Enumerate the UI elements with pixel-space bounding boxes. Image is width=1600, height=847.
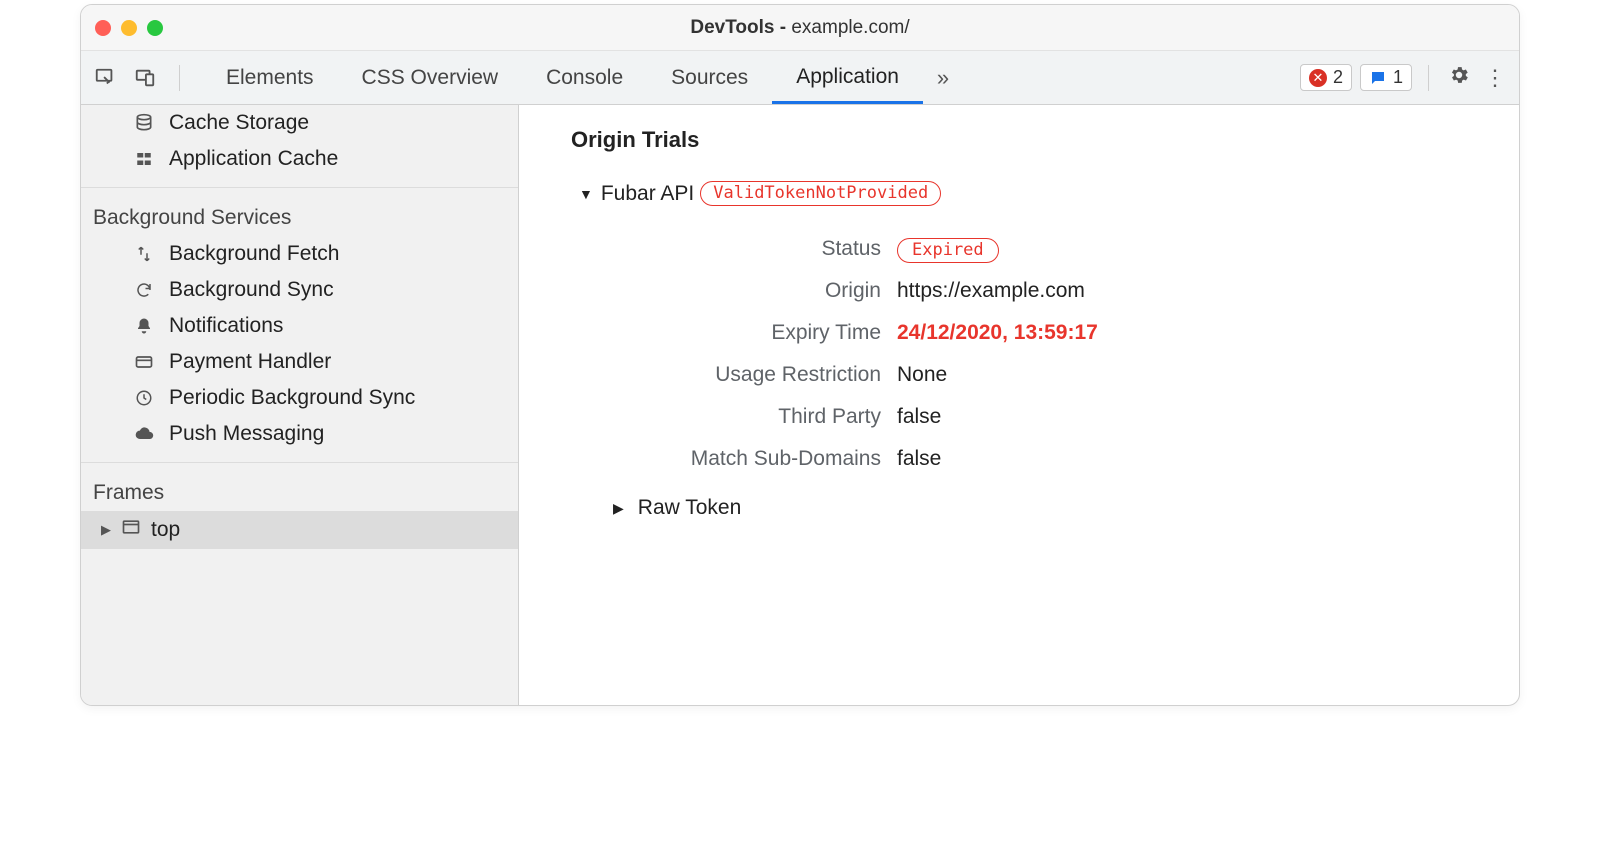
sidebar-item-label: top [151, 518, 180, 542]
bell-icon [131, 317, 157, 335]
disclosure-triangle-icon[interactable]: ▼ [579, 186, 593, 202]
chevron-double-right-icon: » [937, 65, 949, 91]
sidebar-item-cache-storage[interactable]: Cache Storage [81, 105, 518, 141]
origin-trials-panel: Origin Trials ▼ Fubar API ValidTokenNotP… [519, 105, 1519, 705]
application-sidebar: Cache Storage Application Cache Backgrou… [81, 105, 519, 705]
tab-elements[interactable]: Elements [202, 51, 338, 104]
disclosure-triangle-icon[interactable]: ▶ [613, 500, 624, 517]
tab-css-overview[interactable]: CSS Overview [338, 51, 523, 104]
grid-icon [131, 150, 157, 168]
refresh-icon [131, 281, 157, 299]
raw-token-row[interactable]: ▶ Raw Token [613, 496, 1519, 520]
issues-badge[interactable]: 1 [1360, 64, 1412, 91]
gear-icon [1448, 64, 1470, 92]
sidebar-item-notifications[interactable]: Notifications [81, 308, 518, 344]
close-icon[interactable] [95, 20, 111, 36]
devtools-toolbar: Elements CSS Overview Console Sources Ap… [81, 51, 1519, 105]
toolbar-separator [1428, 65, 1429, 91]
toolbar-left [91, 51, 188, 104]
sidebar-item-frame-top[interactable]: ▶ top [81, 511, 518, 549]
tab-application[interactable]: Application [772, 51, 923, 104]
devtools-tabs: Elements CSS Overview Console Sources Ap… [202, 51, 1300, 104]
table-row: Match Sub-Domains false [627, 438, 1114, 480]
window-title-prefix: DevTools - [690, 17, 791, 38]
table-row: Third Party false [627, 396, 1114, 438]
toolbar-right: ✕ 2 1 ⋮ [1300, 51, 1509, 104]
sidebar-divider [81, 462, 518, 463]
clock-icon [131, 389, 157, 407]
trial-name: Fubar API [601, 182, 694, 206]
trial-status-pill: ValidTokenNotProvided [700, 181, 941, 206]
thirdparty-label: Third Party [627, 396, 897, 438]
frame-icon [121, 517, 141, 543]
sidebar-section-frames: Frames [81, 473, 518, 511]
window-title-url: example.com/ [791, 17, 909, 38]
table-row: Status Expired [627, 228, 1114, 270]
sidebar-item-label: Application Cache [169, 147, 338, 171]
devtools-window: DevTools - example.com/ Elements CSS Ove… [80, 4, 1520, 706]
sidebar-item-periodic-sync[interactable]: Periodic Background Sync [81, 380, 518, 416]
table-row: Origin https://example.com [627, 270, 1114, 312]
sidebar-item-label: Background Sync [169, 278, 334, 302]
inspect-icon[interactable] [91, 64, 119, 92]
sidebar-item-payment-handler[interactable]: Payment Handler [81, 344, 518, 380]
sidebar-item-label: Payment Handler [169, 350, 331, 374]
usage-label: Usage Restriction [627, 354, 897, 396]
raw-token-label: Raw Token [638, 496, 742, 520]
status-value: Expired [897, 228, 1114, 270]
tab-sources[interactable]: Sources [647, 51, 772, 104]
message-icon [1369, 69, 1387, 87]
window-titlebar: DevTools - example.com/ [81, 5, 1519, 51]
trial-header-row[interactable]: ▼ Fubar API ValidTokenNotProvided [579, 181, 1519, 206]
tab-console[interactable]: Console [522, 51, 647, 104]
card-icon [131, 352, 157, 372]
issue-count: 1 [1393, 67, 1403, 88]
origin-label: Origin [627, 270, 897, 312]
table-row: Usage Restriction None [627, 354, 1114, 396]
devtools-body: Cache Storage Application Cache Backgrou… [81, 105, 1519, 705]
window-title: DevTools - example.com/ [81, 17, 1519, 39]
trial-details-table: Status Expired Origin https://example.co… [627, 228, 1114, 480]
thirdparty-value: false [897, 396, 1114, 438]
status-label: Status [627, 228, 897, 270]
kebab-icon: ⋮ [1484, 65, 1506, 91]
origin-value: https://example.com [897, 270, 1114, 312]
expiry-label: Expiry Time [627, 312, 897, 354]
sidebar-item-background-sync[interactable]: Background Sync [81, 272, 518, 308]
fetch-icon [131, 245, 157, 263]
database-icon [131, 113, 157, 133]
matchsub-value: false [897, 438, 1114, 480]
sidebar-item-label: Background Fetch [169, 242, 339, 266]
sidebar-item-label: Notifications [169, 314, 283, 338]
traffic-lights [95, 20, 163, 36]
sidebar-divider [81, 187, 518, 188]
disclosure-triangle-icon[interactable]: ▶ [101, 522, 111, 538]
cloud-icon [131, 424, 157, 444]
minimize-icon[interactable] [121, 20, 137, 36]
sidebar-item-push-messaging[interactable]: Push Messaging [81, 416, 518, 452]
error-icon: ✕ [1309, 69, 1327, 87]
zoom-icon[interactable] [147, 20, 163, 36]
table-row: Expiry Time 24/12/2020, 13:59:17 [627, 312, 1114, 354]
expiry-value: 24/12/2020, 13:59:17 [897, 312, 1114, 354]
sidebar-item-label: Cache Storage [169, 111, 309, 135]
status-pill: Expired [897, 238, 999, 263]
toolbar-separator [179, 65, 180, 91]
tabs-overflow[interactable]: » [923, 51, 963, 104]
usage-value: None [897, 354, 1114, 396]
error-count: 2 [1333, 67, 1343, 88]
sidebar-item-background-fetch[interactable]: Background Fetch [81, 236, 518, 272]
error-count-badge[interactable]: ✕ 2 [1300, 64, 1352, 91]
sidebar-section-background-services: Background Services [81, 198, 518, 236]
device-toggle-icon[interactable] [131, 64, 159, 92]
sidebar-item-label: Periodic Background Sync [169, 386, 415, 410]
sidebar-item-label: Push Messaging [169, 422, 324, 446]
panel-heading: Origin Trials [571, 127, 1519, 153]
matchsub-label: Match Sub-Domains [627, 438, 897, 480]
settings-button[interactable] [1445, 64, 1473, 92]
sidebar-item-application-cache[interactable]: Application Cache [81, 141, 518, 177]
more-button[interactable]: ⋮ [1481, 64, 1509, 92]
